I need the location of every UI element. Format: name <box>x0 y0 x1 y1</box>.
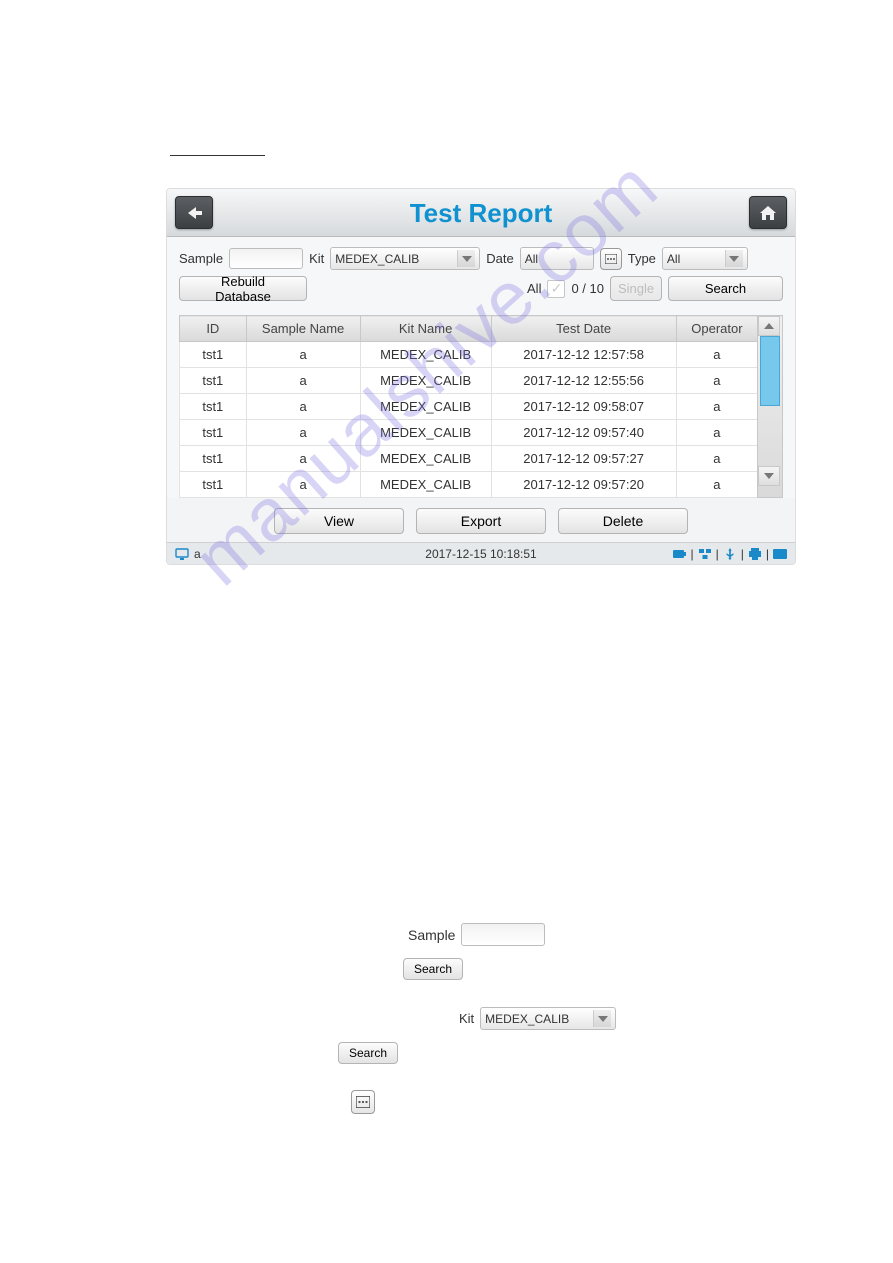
fragment-kit-label: Kit <box>459 1011 474 1026</box>
col-kit-name: Kit Name <box>360 316 491 342</box>
back-button[interactable] <box>175 196 213 229</box>
scroll-up-button[interactable] <box>758 316 780 336</box>
action-row: View Export Delete <box>167 498 795 542</box>
scroll-column <box>758 316 783 498</box>
network-icon <box>698 548 712 560</box>
fragment-search-2: Search <box>338 1042 398 1064</box>
fragment-search-button-1[interactable]: Search <box>403 958 463 980</box>
status-user: a <box>194 547 201 561</box>
fragment-search-button-2[interactable]: Search <box>338 1042 398 1064</box>
fragment-sample-label: Sample <box>408 927 455 943</box>
delete-button[interactable]: Delete <box>558 508 688 534</box>
chevron-up-icon <box>764 323 774 329</box>
chevron-down-icon <box>593 1010 611 1027</box>
keyboard-icon <box>773 548 787 560</box>
fragment-search-1: Search <box>403 958 463 980</box>
check-icon: ✓ <box>551 280 563 297</box>
view-button[interactable]: View <box>274 508 404 534</box>
chevron-down-icon <box>764 473 774 479</box>
fragment-sample: Sample <box>408 923 545 946</box>
table-header-row: ID Sample Name Kit Name Test Date Operat… <box>180 316 783 342</box>
selection-counter: 0 / 10 <box>571 281 604 296</box>
home-icon <box>758 204 778 222</box>
table-row[interactable]: tst1aMEDEX_CALIB2017-12-12 09:57:20a <box>180 472 783 498</box>
fragment-kit-select[interactable]: MEDEX_CALIB <box>480 1007 616 1030</box>
arrow-left-icon <box>184 205 204 221</box>
type-select-value: All <box>667 252 680 266</box>
date-value: All <box>525 252 538 266</box>
filter-row-2: Rebuild Database All ✓ 0 / 10 Single Sea… <box>179 276 783 301</box>
fragment-kit-value: MEDEX_CALIB <box>485 1012 569 1026</box>
all-label: All <box>527 281 541 296</box>
export-button[interactable]: Export <box>416 508 546 534</box>
type-select[interactable]: All <box>662 247 748 270</box>
date-label: Date <box>486 251 513 266</box>
fragment-date <box>351 1090 375 1114</box>
kit-select[interactable]: MEDEX_CALIB <box>330 247 480 270</box>
col-id: ID <box>180 316 247 342</box>
table-row[interactable]: tst1aMEDEX_CALIB2017-12-12 12:57:58a <box>180 342 783 368</box>
single-button: Single <box>610 276 662 301</box>
page-title: Test Report <box>410 200 553 226</box>
col-sample-name: Sample Name <box>246 316 360 342</box>
usb-icon <box>723 548 737 560</box>
section-underline <box>170 155 265 156</box>
sample-input[interactable] <box>229 248 303 269</box>
ellipsis-icon <box>356 1096 370 1108</box>
scroll-down-button[interactable] <box>758 466 780 486</box>
filter-panel: Sample Kit MEDEX_CALIB Date All Type All <box>167 237 795 315</box>
date-picker-button[interactable] <box>600 248 622 270</box>
ellipsis-icon <box>605 254 617 264</box>
table-row[interactable]: tst1aMEDEX_CALIB2017-12-12 09:58:07a <box>180 394 783 420</box>
chevron-down-icon <box>725 250 743 267</box>
table-row[interactable]: tst1aMEDEX_CALIB2017-12-12 09:57:40a <box>180 420 783 446</box>
fragment-sample-input[interactable] <box>461 923 545 946</box>
status-bar: a 2017-12-15 10:18:51 | | | | <box>167 542 795 564</box>
app-window: Test Report Sample Kit MEDEX_CALIB Date … <box>166 188 796 565</box>
date-field[interactable]: All <box>520 247 594 270</box>
battery-icon <box>673 548 687 560</box>
fragment-kit: Kit MEDEX_CALIB <box>459 1007 616 1030</box>
col-operator: Operator <box>676 316 758 342</box>
all-checkbox[interactable]: ✓ <box>547 280 565 298</box>
fragment-date-picker-button[interactable] <box>351 1090 375 1114</box>
home-button[interactable] <box>749 196 787 229</box>
col-test-date: Test Date <box>491 316 676 342</box>
table-row[interactable]: tst1aMEDEX_CALIB2017-12-12 09:57:27a <box>180 446 783 472</box>
title-bar: Test Report <box>167 189 795 237</box>
results-table: ID Sample Name Kit Name Test Date Operat… <box>179 315 783 498</box>
printer-icon <box>748 548 762 560</box>
type-label: Type <box>628 251 656 266</box>
chevron-down-icon <box>457 250 475 267</box>
filter-row-1: Sample Kit MEDEX_CALIB Date All Type All <box>179 247 783 270</box>
status-right: | | | | <box>673 547 788 561</box>
status-datetime: 2017-12-15 10:18:51 <box>425 547 536 561</box>
monitor-icon <box>175 548 189 560</box>
scroll-thumb[interactable] <box>760 336 780 406</box>
sample-label: Sample <box>179 251 223 266</box>
results-table-wrap: ID Sample Name Kit Name Test Date Operat… <box>167 315 795 498</box>
status-left: a <box>175 547 201 561</box>
rebuild-database-button[interactable]: Rebuild Database <box>179 276 307 301</box>
kit-label: Kit <box>309 251 324 266</box>
search-button[interactable]: Search <box>668 276 783 301</box>
kit-select-value: MEDEX_CALIB <box>335 252 419 266</box>
table-row[interactable]: tst1aMEDEX_CALIB2017-12-12 12:55:56a <box>180 368 783 394</box>
